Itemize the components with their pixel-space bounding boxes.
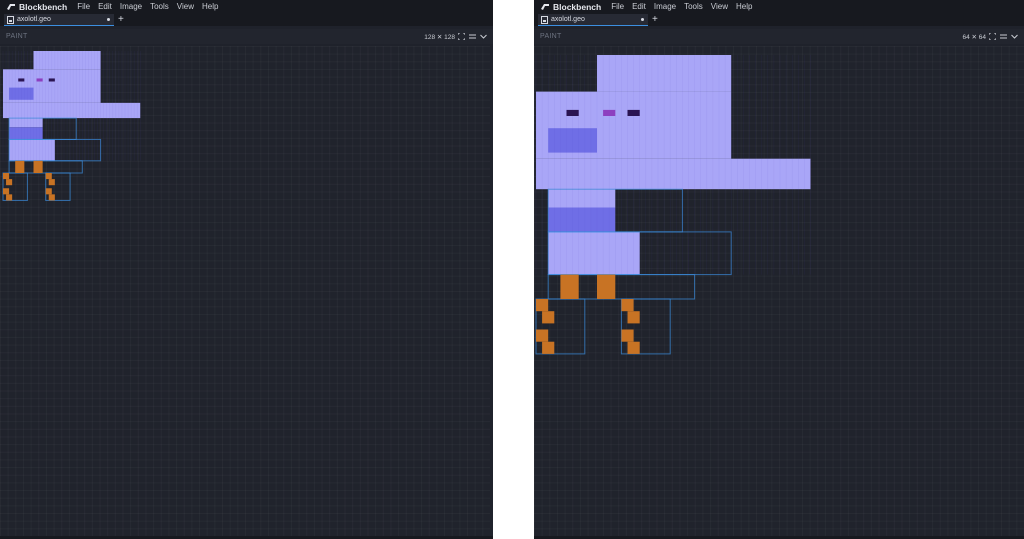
uv-texture (535, 55, 811, 355)
left-eye-1 (48, 78, 55, 82)
left-eye-0 (18, 78, 25, 82)
menu-help[interactable]: Help (732, 2, 756, 11)
file-icon (541, 15, 548, 24)
fullscreen-icon[interactable] (458, 33, 465, 40)
right-uv-face-2 (536, 158, 811, 190)
chevron-down-icon[interactable] (480, 34, 487, 39)
right-leg-mark-5 (542, 341, 555, 354)
fullscreen-icon[interactable] (989, 33, 996, 40)
left-leg-mark-1 (33, 160, 43, 173)
menu-lines-icon[interactable] (1000, 34, 1007, 39)
tab-axolotl[interactable]: axolotl.geo (538, 14, 648, 26)
left-leg-mark-7 (48, 179, 55, 186)
uv-canvas[interactable] (0, 46, 490, 536)
app-name: Blockbench (19, 1, 68, 12)
menu-view[interactable]: View (173, 2, 198, 11)
right-leg-mark-0 (560, 274, 579, 299)
title-bar: Blockbench File Edit Image Tools View He… (534, 0, 1024, 13)
paint-panel-header: PAINT 128 ✕ 128 (0, 29, 493, 44)
right-leg-mark-4 (536, 329, 549, 342)
chevron-down-icon[interactable] (1011, 34, 1018, 39)
menu-edit[interactable]: Edit (628, 2, 650, 11)
add-tab-icon[interactable]: + (118, 14, 124, 26)
menu-tools[interactable]: Tools (680, 2, 707, 11)
tab-label: axolotl.geo (17, 16, 51, 23)
add-tab-icon[interactable]: + (652, 14, 658, 26)
left-uv-face-6 (9, 139, 55, 161)
file-icon (7, 15, 14, 24)
left-leg-mark-6 (45, 173, 52, 180)
right-leg-mark-2 (536, 299, 549, 312)
right-leg-mark-7 (627, 311, 640, 324)
left-leg-mark-5 (6, 194, 13, 201)
menu-file[interactable]: File (73, 2, 94, 11)
menu-edit[interactable]: Edit (94, 2, 116, 11)
texture-resolution[interactable]: 64 ✕ 64 (962, 33, 986, 41)
left-uv-face-2 (3, 102, 141, 119)
right-eye-0 (566, 109, 579, 116)
menu-image[interactable]: Image (650, 2, 680, 11)
uv-texture (2, 51, 141, 201)
menu-help[interactable]: Help (198, 2, 222, 11)
menu-view[interactable]: View (707, 2, 732, 11)
right-uv-face-6 (548, 231, 640, 275)
menu-lines-icon[interactable] (469, 34, 476, 39)
uv-canvas[interactable] (534, 46, 1024, 536)
right-leg-mark-9 (627, 341, 640, 354)
unsaved-dot (641, 18, 644, 21)
tab-axolotl[interactable]: axolotl.geo (4, 14, 114, 26)
menu-image[interactable]: Image (116, 2, 146, 11)
menu-tools[interactable]: Tools (146, 2, 173, 11)
menu-file[interactable]: File (607, 2, 628, 11)
left-eye-2 (36, 78, 43, 82)
right-uv-face-4 (548, 189, 616, 208)
title-bar: Blockbench File Edit Image Tools View He… (0, 0, 493, 13)
panel-title: PAINT (6, 33, 28, 40)
texture-resolution[interactable]: 128 ✕ 128 (424, 33, 455, 41)
left-window: Blockbench File Edit Image Tools View He… (0, 0, 493, 539)
left-leg-mark-3 (6, 179, 13, 186)
right-eye-1 (627, 109, 640, 116)
left-leg-mark-4 (3, 188, 10, 195)
left-leg-mark-2 (3, 173, 10, 180)
tab-bar: axolotl.geo + (0, 13, 493, 26)
right-leg-mark-8 (621, 329, 634, 342)
right-window: Blockbench File Edit Image Tools View He… (534, 0, 1024, 539)
paint-panel-header: PAINT 64 ✕ 64 (534, 29, 1024, 44)
right-leg-mark-3 (542, 311, 555, 324)
panel-title: PAINT (540, 33, 562, 40)
right-eye-2 (603, 109, 616, 116)
tab-bar: axolotl.geo + (534, 13, 1024, 26)
right-leg-mark-6 (621, 299, 634, 312)
left-leg-mark-9 (48, 194, 55, 201)
app-name: Blockbench (553, 1, 602, 12)
left-uv-face-4 (9, 118, 43, 128)
blockbench-logo-icon (541, 3, 549, 10)
left-uv-face-5 (9, 127, 43, 140)
left-leg-mark-8 (45, 188, 52, 195)
right-uv-face-5 (548, 207, 616, 232)
left-leg-mark-0 (15, 160, 25, 173)
right-leg-mark-1 (597, 274, 616, 299)
blockbench-logo-icon (7, 3, 15, 10)
app-logo: Blockbench (6, 2, 67, 12)
unsaved-dot (107, 18, 110, 21)
app-logo: Blockbench (540, 2, 601, 12)
tab-label: axolotl.geo (551, 16, 585, 23)
